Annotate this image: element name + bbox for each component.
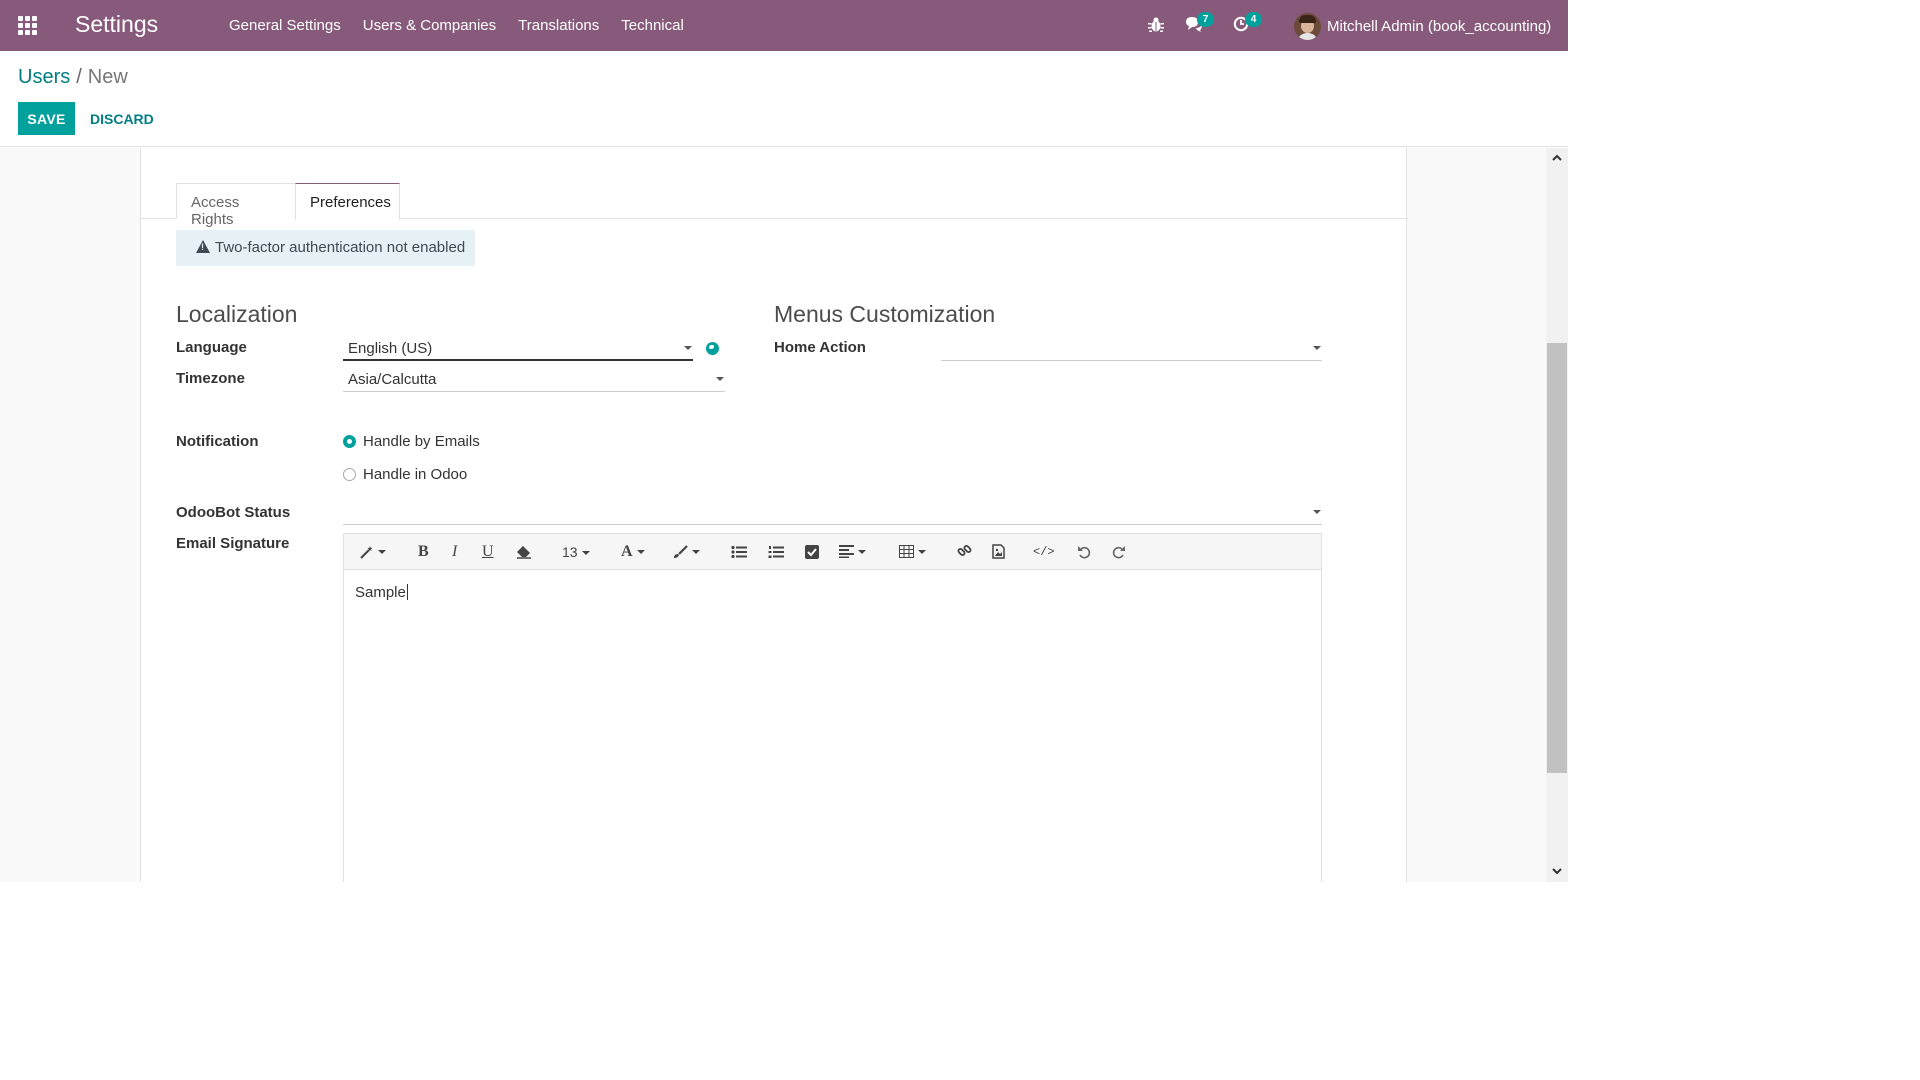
editor-toolbar: B I U 13 A </>: [344, 534, 1321, 570]
chevron-down-icon: [716, 377, 724, 381]
localization-title: Localization: [176, 301, 298, 327]
home-action-label: Home Action: [774, 339, 866, 356]
bold-icon[interactable]: B: [418, 542, 429, 562]
form-view: Access Rights Preferences Two-factor aut…: [0, 148, 1546, 882]
odoobot-status-select[interactable]: [343, 500, 1322, 525]
italic-icon[interactable]: I: [452, 542, 457, 562]
timezone-value: Asia/Calcutta: [348, 371, 437, 388]
warning-icon: [196, 240, 210, 253]
signature-content[interactable]: Sample: [355, 584, 408, 601]
breadcrumb-current: New: [87, 66, 128, 88]
activities-clock-icon[interactable]: 4: [1233, 12, 1262, 36]
scroll-up-icon[interactable]: [1550, 151, 1564, 165]
font-color-icon[interactable]: A: [621, 542, 645, 562]
breadcrumb-separator: /: [76, 66, 82, 88]
discard-button[interactable]: DISCARD: [83, 102, 161, 135]
top-navbar: Settings General Settings Users & Compan…: [0, 0, 1568, 51]
notification-label: Notification: [176, 433, 259, 450]
signature-text: Sample: [355, 584, 406, 601]
link-icon[interactable]: [957, 542, 972, 562]
bullet-list-icon[interactable]: [731, 542, 747, 562]
messages-chat-icon[interactable]: 7: [1185, 12, 1214, 36]
timezone-label: Timezone: [176, 370, 245, 387]
menu-general-settings[interactable]: General Settings: [218, 0, 352, 51]
eraser-icon[interactable]: [516, 542, 532, 562]
notebook-tabs: Access Rights Preferences: [141, 183, 1408, 228]
chevron-down-icon: [1313, 510, 1321, 514]
text-cursor: [406, 584, 408, 600]
language-value: English (US): [348, 340, 433, 357]
underline-icon[interactable]: U: [482, 542, 494, 562]
save-button[interactable]: SAVE: [18, 102, 75, 135]
user-name: Mitchell Admin (book_accounting): [1327, 17, 1552, 35]
tab-access-rights[interactable]: Access Rights: [176, 183, 296, 228]
breadcrumb: Users / New: [18, 66, 128, 89]
scrollbar-thumb[interactable]: [1547, 343, 1567, 773]
messages-count-badge: 7: [1197, 12, 1214, 27]
app-title: Settings: [75, 11, 159, 37]
language-label: Language: [176, 339, 247, 356]
style-magic-wand-icon[interactable]: [360, 542, 386, 562]
two-factor-alert: Two-factor authentication not enabled: [176, 230, 475, 266]
menu-users-companies[interactable]: Users & Companies: [352, 0, 507, 51]
chevron-down-icon: [1313, 346, 1321, 350]
menu-translations[interactable]: Translations: [507, 0, 610, 51]
align-icon[interactable]: [839, 542, 866, 562]
radio-handle-by-emails[interactable]: [343, 435, 356, 448]
checklist-icon[interactable]: [805, 542, 819, 562]
globe-icon[interactable]: [706, 342, 719, 355]
language-select[interactable]: English (US): [343, 336, 693, 361]
main-menu: General Settings Users & Companies Trans…: [218, 0, 695, 51]
numbered-list-icon[interactable]: [768, 542, 784, 562]
vertical-scrollbar[interactable]: [1546, 148, 1568, 882]
email-signature-label: Email Signature: [176, 535, 290, 552]
odoobot-status-label: OdooBot Status: [176, 504, 291, 521]
paint-brush-icon[interactable]: [672, 542, 700, 562]
timezone-select[interactable]: Asia/Calcutta: [343, 367, 725, 392]
handle-by-emails-label[interactable]: Handle by Emails: [363, 433, 480, 450]
debug-bug-icon[interactable]: [1148, 16, 1168, 36]
apps-menu-icon[interactable]: [18, 16, 38, 36]
home-action-select[interactable]: [941, 336, 1322, 361]
image-icon[interactable]: [992, 542, 1005, 562]
user-menu[interactable]: Mitchell Admin (book_accounting): [1294, 11, 1551, 41]
activities-count-badge: 4: [1245, 12, 1262, 27]
menus-customization-title: Menus Customization: [774, 301, 996, 327]
code-view-icon[interactable]: </>: [1033, 542, 1055, 562]
form-sheet: Access Rights Preferences Two-factor aut…: [140, 148, 1408, 882]
font-size-value: 13: [562, 544, 578, 560]
chevron-down-icon: [684, 346, 692, 350]
radio-handle-in-odoo[interactable]: [343, 468, 356, 481]
menu-technical[interactable]: Technical: [610, 0, 695, 51]
scroll-down-icon[interactable]: [1550, 864, 1564, 878]
tab-preferences[interactable]: Preferences: [295, 183, 400, 220]
undo-icon[interactable]: [1077, 542, 1091, 562]
breadcrumb-users-link[interactable]: Users: [18, 66, 70, 88]
alert-text: Two-factor authentication not enabled: [215, 239, 466, 256]
handle-in-odoo-label[interactable]: Handle in Odoo: [363, 466, 467, 483]
avatar: [1294, 12, 1321, 40]
redo-icon[interactable]: [1112, 542, 1126, 562]
control-panel: Users / New SAVE DISCARD: [0, 51, 1568, 147]
signature-editor: B I U 13 A </> Sample: [343, 533, 1322, 882]
font-size-dropdown[interactable]: 13: [562, 542, 590, 562]
table-icon[interactable]: [899, 542, 926, 562]
